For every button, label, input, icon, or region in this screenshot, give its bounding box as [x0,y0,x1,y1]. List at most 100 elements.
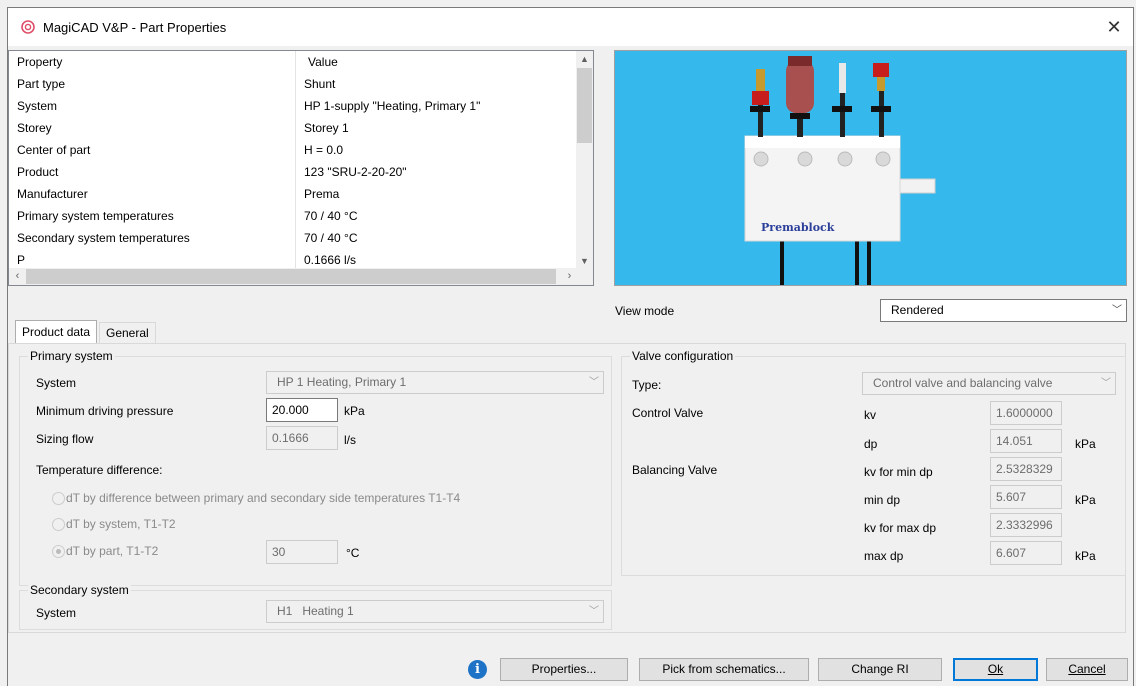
system-label: System [36,376,77,390]
property-name: Secondary system temperatures [9,226,296,249]
scroll-thumb[interactable] [26,269,556,284]
grid-header-property[interactable]: Property [9,51,296,73]
window-title: MagiCAD V&P - Part Properties [43,20,227,35]
table-row[interactable]: Center of part H = 0.0 [9,138,579,161]
scroll-corner [576,268,593,285]
max-dp-field: 6.607 [990,541,1062,565]
min-driving-pressure-unit: kPa [344,404,365,418]
title-bar: MagiCAD V&P - Part Properties ✕ [8,8,1133,46]
min-dp-label: min dp [864,493,901,507]
secondary-system-value: H1 Heating 1 [277,604,354,618]
view-mode-select[interactable]: Rendered ﹀ [880,299,1127,322]
dt-unit: °C [346,546,360,560]
property-value: Shunt [295,72,579,95]
kv-label: kv [864,408,876,422]
min-dp-unit: kPa [1075,493,1096,507]
brand-label: Premablock [761,221,835,234]
sizing-flow-unit: l/s [344,433,356,447]
property-value: 70 / 40 °C [295,204,579,227]
radio-dt-by-part[interactable] [52,545,65,558]
property-name: Manufacturer [9,182,296,205]
min-dp-field: 5.607 [990,485,1062,509]
radio-dt-primary-secondary-label: dT by difference between primary and sec… [66,491,461,505]
property-name: Primary system temperatures [9,204,296,227]
shunt-rendering [744,56,936,285]
change-ri-button[interactable]: Change RI [818,658,942,681]
table-row[interactable]: Secondary system temperatures 70 / 40 °C [9,226,579,249]
property-name: Center of part [9,138,296,161]
dp-unit: kPa [1075,437,1096,451]
table-row[interactable]: Part type Shunt [9,72,579,95]
property-value: Prema [295,182,579,205]
chevron-down-icon: ﹀ [589,606,599,617]
valve-type-label: Type: [632,378,662,392]
chevron-down-icon: ﹀ [589,377,599,388]
property-value: 123 "SRU-2-20-20" [295,160,579,183]
radio-dt-by-system[interactable] [52,518,65,531]
sizing-flow-field: 0.1666 [266,426,338,450]
magicad-logo-icon [21,20,35,34]
table-row[interactable]: Manufacturer Prema [9,182,579,205]
primary-system-select[interactable]: HP 1 Heating, Primary 1 ﹀ [266,371,604,394]
tab-product-data[interactable]: Product data [15,320,98,344]
ok-button[interactable]: Ok [953,658,1038,681]
kv-min-dp-label: kv for min dp [864,465,933,479]
grid-header-row: Property Value [9,51,579,73]
property-name: Storey [9,116,296,139]
chevron-down-icon: ﹀ [1101,378,1111,389]
scroll-up-icon[interactable]: ▲ [576,51,593,68]
max-dp-unit: kPa [1075,549,1096,563]
horizontal-scrollbar[interactable]: ‹ › [9,268,578,285]
kv-max-dp-label: kv for max dp [864,521,937,535]
valve-configuration-legend: Valve configuration [630,349,736,363]
view-mode-value: Rendered [891,303,944,317]
secondary-system-select[interactable]: H1 Heating 1 ﹀ [266,600,604,623]
property-value: 70 / 40 °C [295,226,579,249]
property-name: Part type [9,72,296,95]
dp-label: dp [864,437,878,451]
properties-button[interactable]: Properties... [500,658,628,681]
pick-from-schematics-button[interactable]: Pick from schematics... [639,658,809,681]
kv-max-dp-field: 2.3332996 [990,513,1062,537]
close-icon[interactable]: ✕ [1101,14,1127,40]
tab-general[interactable]: General [99,322,156,343]
min-driving-pressure-label: Minimum driving pressure [36,404,174,418]
min-driving-pressure-input[interactable]: 20.000 [266,398,338,422]
kv-field: 1.6000000 [990,401,1062,425]
max-dp-label: max dp [864,549,904,563]
primary-system-value: HP 1 Heating, Primary 1 [277,375,407,389]
property-value: H = 0.0 [295,138,579,161]
scroll-left-icon[interactable]: ‹ [9,268,26,285]
primary-system-legend: Primary system [28,349,115,363]
info-icon[interactable]: i [468,660,487,679]
sizing-flow-label: Sizing flow [36,432,94,446]
kv-min-dp-field: 2.5328329 [990,457,1062,481]
view-mode-label: View mode [615,304,675,318]
radio-dt-primary-secondary[interactable] [52,492,65,505]
chevron-down-icon: ﹀ [1112,305,1122,316]
grid-header-value[interactable]: Value [295,51,579,73]
balancing-valve-label: Balancing Valve [632,463,718,477]
scroll-thumb[interactable] [577,68,592,143]
valve-type-select[interactable]: Control valve and balancing valve ﹀ [862,372,1116,395]
radio-dt-by-system-label: dT by system, T1-T2 [66,517,176,531]
radio-dt-by-part-label: dT by part, T1-T2 [66,544,159,558]
part-preview[interactable]: Premablock [614,50,1127,286]
property-value: Storey 1 [295,116,579,139]
temperature-difference-label: Temperature difference: [36,463,163,477]
table-row[interactable]: Primary system temperatures 70 / 40 °C [9,204,579,227]
dp-field: 14.051 [990,429,1062,453]
secondary-system-legend: Secondary system [28,583,131,597]
control-valve-label: Control Valve [632,406,704,420]
table-row[interactable]: Product 123 "SRU-2-20-20" [9,160,579,183]
property-name: Product [9,160,296,183]
valve-type-value: Control valve and balancing valve [873,376,1053,390]
property-value: HP 1-supply "Heating, Primary 1" [295,94,579,117]
vertical-scrollbar[interactable]: ▲ ▼ [576,51,593,270]
property-name: System [9,94,296,117]
cancel-button[interactable]: Cancel [1046,658,1128,681]
table-row[interactable]: Storey Storey 1 [9,116,579,139]
property-grid[interactable]: Property Value Part type Shunt System HP 1… [8,50,594,286]
dt-by-part-field: 30 [266,540,338,564]
table-row[interactable]: System HP 1-supply "Heating, Primary 1" [9,94,579,117]
